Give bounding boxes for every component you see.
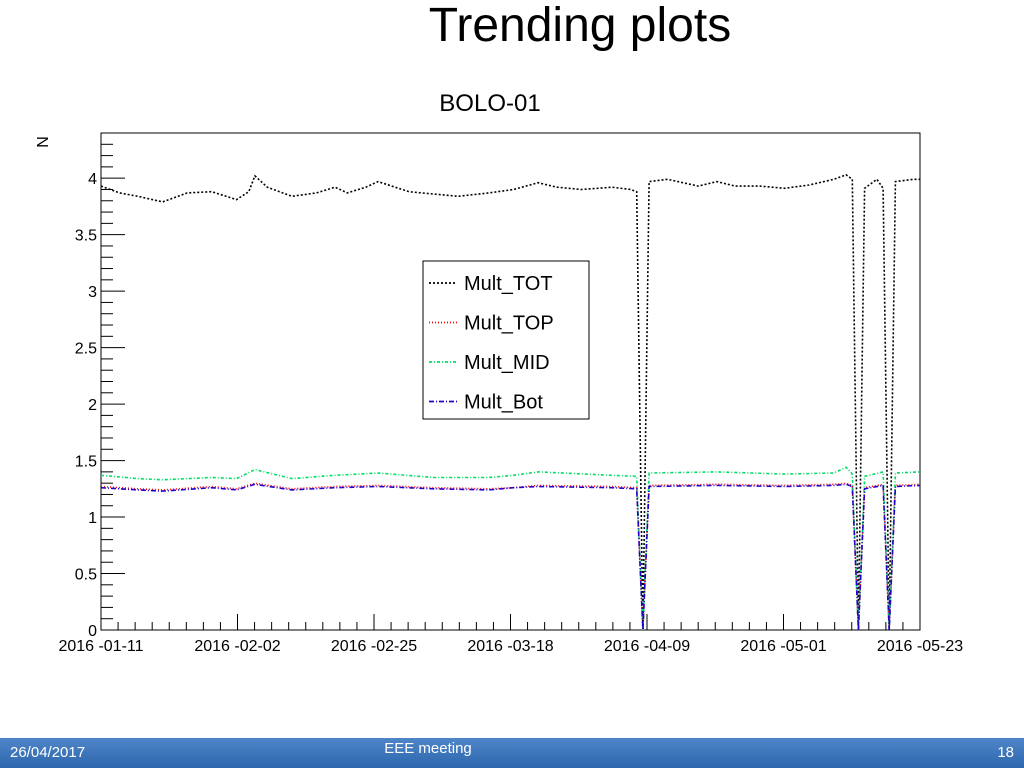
series-line-mult-mid [100,466,921,631]
y-axis-label: N [35,136,52,148]
x-tick-label: 2016 -04-09 [604,638,690,655]
y-tick-label: 2.5 [75,341,97,358]
x-tick-label: 2016 -02-02 [194,638,280,655]
y-tick-label: 2 [88,397,97,414]
series-line-mult-bot [100,483,921,631]
footer-meeting-name: EEE meeting [384,740,472,757]
x-tick-label: 2016 -01-11 [58,638,143,655]
legend-label: Mult_Bot [464,392,543,414]
legend-label: Mult_TOP [464,313,554,335]
y-tick-label: 1 [88,510,97,527]
y-tick-label: 1.5 [75,454,97,471]
legend-label: Mult_MID [464,352,550,374]
y-tick-label: 3 [88,284,97,301]
footer-bar: 26/04/2017 EEE meeting 18 [0,738,1024,768]
y-tick-label: 3.5 [75,228,97,245]
y-tick-label: 4 [88,171,97,188]
trend-chart: BOLO-01 N 00.511.522.533.542016 -01-11 20… [35,90,963,655]
x-tick-label: 2016 -03-18 [467,638,553,655]
x-tick-label: 2016 -02-25 [331,638,417,655]
footer-page-number: 18 [997,744,1014,761]
series-line-mult-top [100,482,921,631]
chart-title: BOLO-01 [439,90,540,117]
legend: Mult_TOT Mult_TOP Mult_MID Mult_Bot [422,260,590,420]
legend-label: Mult_TOT [464,273,553,295]
x-tick-label: 2016 -05-23 [877,638,963,655]
y-tick-label: 0.5 [75,567,97,584]
x-tick-label: 2016 -05-01 [740,638,826,655]
